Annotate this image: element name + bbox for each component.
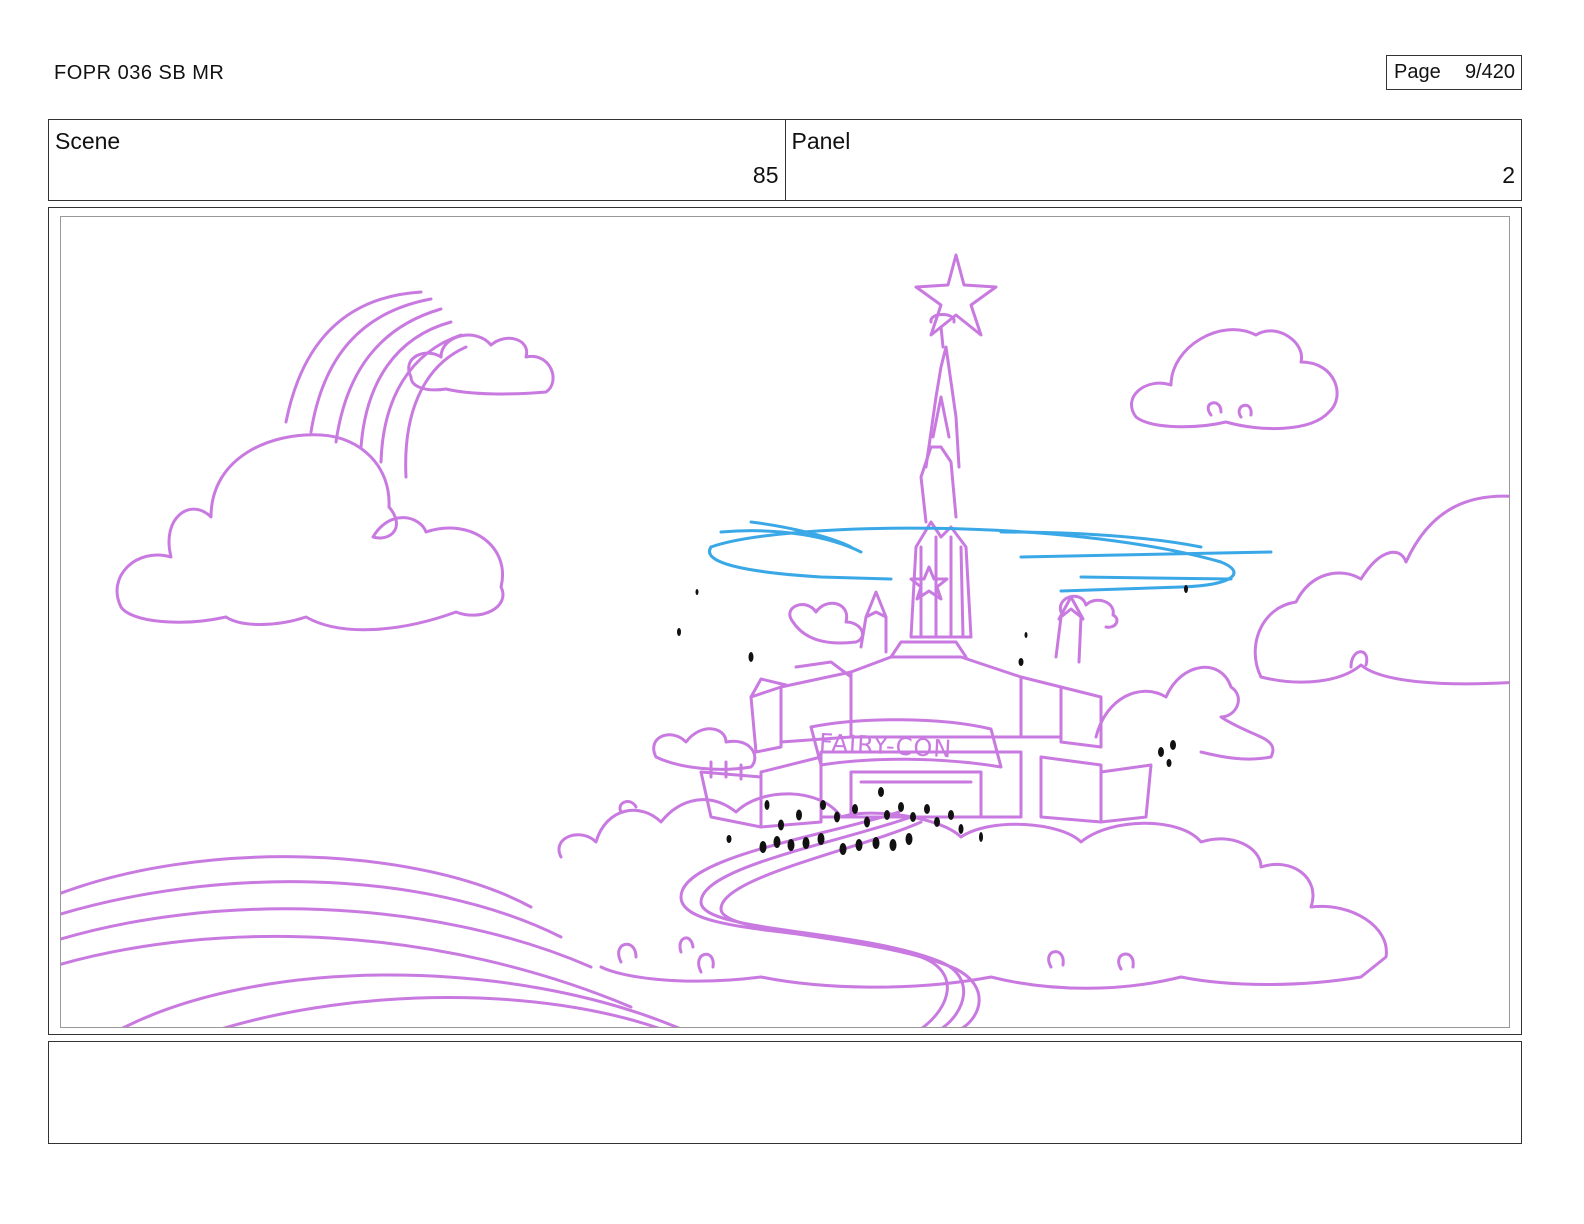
rainbow-arc-4 — [359, 320, 453, 449]
spire-star — [914, 253, 998, 337]
panel-notes — [48, 1041, 1522, 1144]
scene-cell: Scene 85 — [49, 120, 785, 200]
cloud-small — [407, 333, 555, 396]
cloud-top-right — [1129, 328, 1339, 430]
panel-label: Panel — [791, 128, 851, 154]
castle-sketch: FAIRY-CON — [61, 253, 1509, 1027]
rainbow-bottom-6 — [222, 996, 660, 1027]
rainbow-bottom-5 — [121, 973, 681, 1027]
scene-panel-info: Scene 85 Panel 2 — [48, 119, 1522, 201]
page-number: 9/420 — [1464, 61, 1515, 83]
document-title: FOPR 036 SB MR — [54, 62, 225, 84]
cloud-left — [115, 433, 505, 632]
panel-number: 2 — [1502, 162, 1515, 188]
scene-label: Scene — [55, 128, 121, 154]
banner-text: FAIRY-CON — [818, 728, 953, 763]
magic-ring — [708, 520, 1273, 593]
rainbow-arc-3 — [334, 307, 443, 444]
turret-left — [859, 610, 888, 654]
panel-cell: Panel 2 — [784, 120, 1522, 200]
page-indicator: Page 9/420 — [1386, 55, 1522, 90]
rainbow-arc-1 — [284, 290, 423, 424]
storyboard-frame: FAIRY-CON — [48, 207, 1522, 1035]
page-label: Page — [1394, 61, 1441, 83]
scene-number: 85 — [752, 162, 779, 188]
rainbow-bottom-4 — [61, 934, 633, 1009]
cloud-right — [1253, 494, 1509, 679]
storyboard-drawing: FAIRY-CON — [60, 216, 1510, 1028]
castle-wall-right — [1099, 763, 1153, 824]
